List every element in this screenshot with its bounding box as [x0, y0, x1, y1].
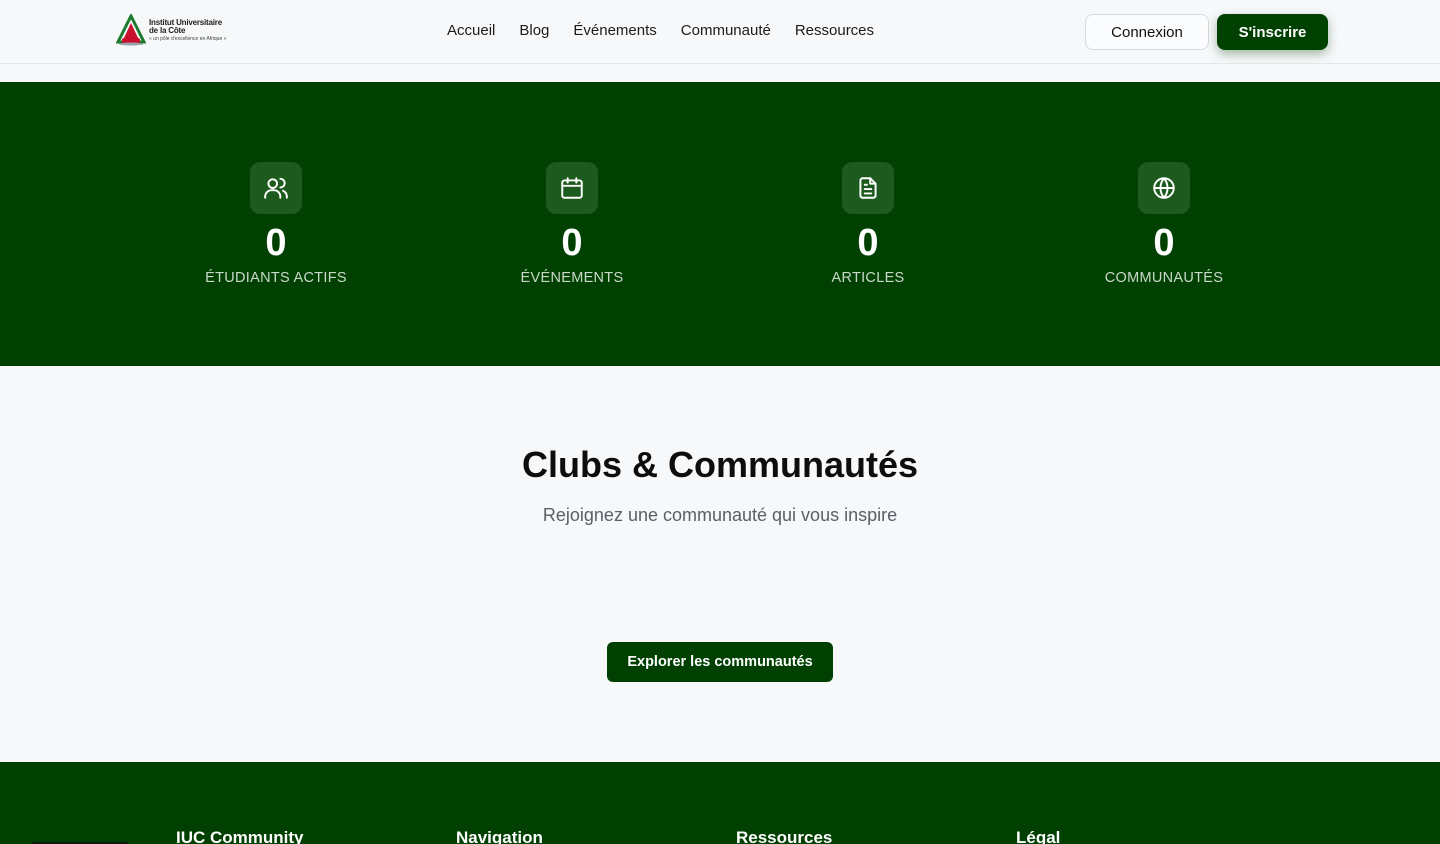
nav-link-blog[interactable]: Blog — [519, 22, 549, 39]
site-footer: IUC Community Navigation Ressources Léga… — [0, 762, 1440, 844]
stat-label: ÉTUDIANTS ACTIFS — [205, 270, 347, 286]
stat-label: ARTICLES — [831, 270, 905, 286]
nav-link-evenements[interactable]: Événements — [573, 22, 656, 39]
stat-value: 0 — [561, 222, 583, 264]
stat-communities: 0 COMMUNAUTÉS — [1044, 162, 1284, 286]
explore-communities-button[interactable]: Explorer les communautés — [607, 642, 833, 682]
main-nav: Accueil Blog Événements Communauté Resso… — [447, 22, 874, 39]
site-header: Institut Universitaire de la Côte « un p… — [0, 0, 1440, 64]
nav-link-ressources[interactable]: Ressources — [795, 22, 874, 39]
logo-text: Institut Universitaire de la Côte « un p… — [149, 18, 227, 42]
signup-button[interactable]: S'inscrire — [1217, 14, 1328, 50]
stat-events: 0 ÉVÉNEMENTS — [452, 162, 692, 286]
document-icon — [842, 162, 894, 214]
stats-section: 0 ÉTUDIANTS ACTIFS 0 ÉVÉNEMENTS 0 ARTICL… — [0, 82, 1440, 366]
footer-heading-navigation: Navigation — [456, 828, 543, 844]
globe-icon — [1138, 162, 1190, 214]
logo-line-2: de la Côte — [149, 25, 186, 35]
stat-value: 0 — [265, 222, 287, 264]
stat-label: ÉVÉNEMENTS — [520, 270, 624, 286]
clubs-title: Clubs & Communautés — [521, 444, 919, 485]
footer-heading-legal: Légal — [1016, 828, 1061, 844]
logo-mark-icon — [115, 12, 147, 46]
users-icon — [250, 162, 302, 214]
logo[interactable]: Institut Universitaire de la Côte « un p… — [115, 12, 232, 46]
stat-value: 0 — [1153, 222, 1175, 264]
clubs-subtitle: Rejoignez une communauté qui vous inspir… — [542, 505, 898, 525]
calendar-icon — [546, 162, 598, 214]
footer-heading-ressources: Ressources — [736, 828, 833, 844]
stat-value: 0 — [857, 222, 879, 264]
stat-label: COMMUNAUTÉS — [1104, 270, 1224, 286]
nav-link-communaute[interactable]: Communauté — [681, 22, 771, 39]
stat-articles: 0 ARTICLES — [748, 162, 988, 286]
footer-heading-iuc-community: IUC Community — [176, 828, 304, 844]
stat-students: 0 ÉTUDIANTS ACTIFS — [156, 162, 396, 286]
nav-link-accueil[interactable]: Accueil — [447, 22, 495, 39]
logo-tagline: « un pôle d'excellence en Afrique » — [149, 35, 227, 42]
login-button[interactable]: Connexion — [1085, 14, 1209, 50]
